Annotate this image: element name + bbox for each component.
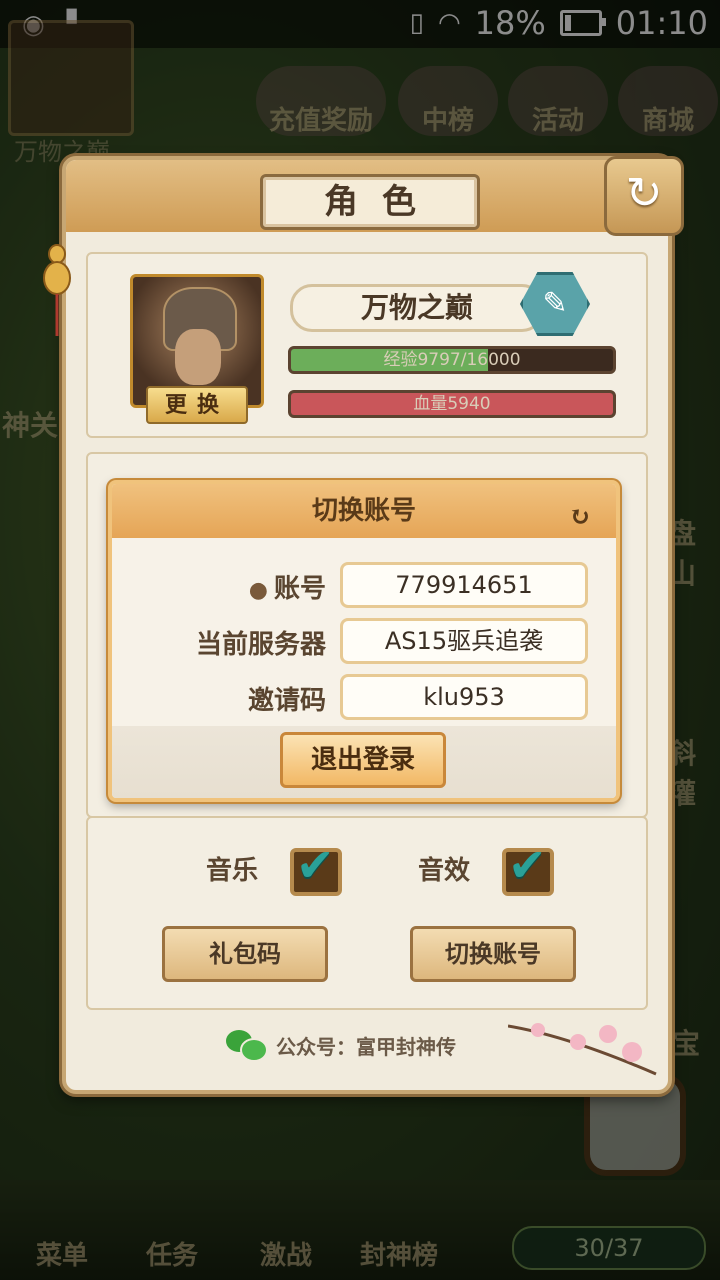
music-label: 音乐: [206, 856, 259, 886]
wechat-footer: 公众号：富甲封神传: [226, 1030, 456, 1062]
sfx-checkbox[interactable]: ✔: [502, 838, 554, 896]
invite-code-label: 邀请码: [247, 686, 326, 716]
hp-bar: 血量5940: [288, 390, 616, 418]
return-arrow-icon: ↻: [625, 168, 663, 219]
change-avatar-button[interactable]: 更换: [146, 386, 248, 424]
hp-text: 血量5940: [413, 394, 491, 414]
logout-button[interactable]: 退出登录: [280, 732, 446, 788]
music-checkbox[interactable]: ✔: [290, 838, 342, 896]
exp-text: 经验9797/16000: [383, 350, 521, 370]
settings-section: 音乐 ✔ 音效 ✔ 礼包码 切换账号: [86, 816, 648, 1010]
account-field[interactable]: 779914651: [340, 562, 588, 608]
gourd-icon: [43, 244, 71, 336]
account-label-text: 账号: [273, 574, 326, 604]
switch-account-button[interactable]: 切换账号: [410, 926, 576, 982]
exp-bar: 经验9797/16000: [288, 346, 616, 374]
dialog-title: 角色: [324, 182, 440, 222]
title-plate: 角色: [260, 174, 480, 230]
return-arrow-icon: ↻: [569, 502, 591, 532]
switch-account-header: 切换账号 ↻: [112, 484, 616, 538]
server-label: 当前服务器: [195, 630, 326, 660]
server-field[interactable]: AS15驱兵追袭: [340, 618, 588, 664]
account-label: ● 账号: [249, 568, 326, 605]
invite-code-field[interactable]: klu953: [340, 674, 588, 720]
sfx-label: 音效: [418, 856, 471, 886]
face-shape: [175, 329, 221, 385]
close-button[interactable]: ↻: [604, 156, 684, 236]
player-name: 万物之巅: [290, 284, 544, 332]
brush-icon: ✎: [542, 286, 568, 321]
check-icon: ✔: [296, 838, 335, 892]
plum-blossom-decoration: [508, 1023, 657, 1076]
wechat-account-text: 公众号：富甲封神传: [276, 1034, 456, 1059]
switch-account-close-button[interactable]: ↻: [560, 490, 600, 532]
check-icon: ✔: [508, 838, 547, 892]
switch-account-dialog: 切换账号 ↻ ● 账号 779914651 当前服务器 AS15驱兵追袭 邀请码 …: [108, 480, 620, 802]
wechat-icon: [226, 1030, 268, 1062]
dialog-header: 角色 ↻: [66, 156, 684, 236]
switch-account-title: 切换账号: [311, 496, 416, 526]
gift-code-button[interactable]: 礼包码: [162, 926, 328, 982]
user-icon: ●: [248, 577, 268, 603]
profile-section: 更换 万物之巅 ✎ 经验9797/16000 血量5940: [86, 252, 648, 438]
